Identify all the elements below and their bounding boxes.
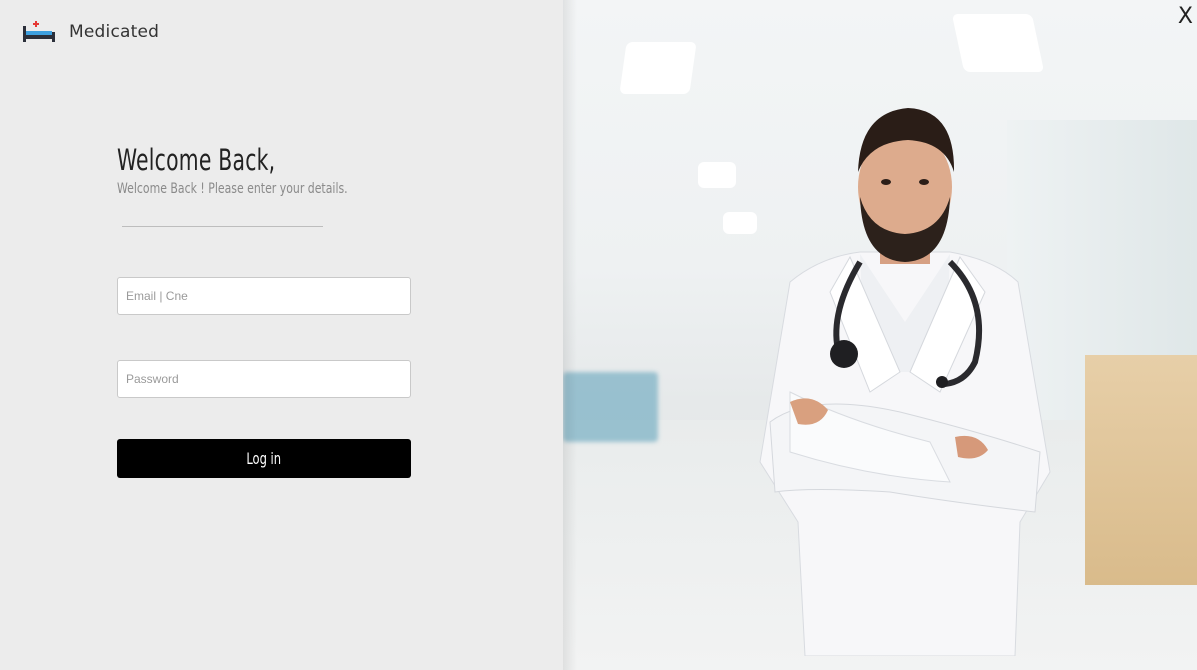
panel-shadow bbox=[563, 0, 577, 670]
ceiling-light bbox=[619, 42, 697, 94]
login-button-label: Log in bbox=[246, 449, 282, 468]
login-panel: Medicated Welcome Back, Welcome Back ! P… bbox=[0, 0, 563, 670]
ceiling-light bbox=[951, 14, 1045, 72]
brand: Medicated bbox=[22, 20, 159, 44]
email-input[interactable] bbox=[118, 278, 410, 314]
reception-desk bbox=[1085, 355, 1197, 585]
password-field-wrapper bbox=[117, 360, 411, 398]
ceiling-light bbox=[698, 162, 736, 188]
login-button[interactable]: Log in bbox=[117, 439, 411, 478]
password-input[interactable] bbox=[118, 361, 410, 397]
hospital-bed-icon bbox=[22, 20, 56, 44]
page-subtitle: Welcome Back ! Please enter your details… bbox=[117, 181, 348, 197]
doctor-figure bbox=[759, 108, 1051, 656]
close-button[interactable]: X bbox=[1178, 6, 1193, 28]
page-title: Welcome Back, bbox=[117, 143, 276, 177]
waiting-benches bbox=[563, 372, 658, 442]
divider bbox=[122, 226, 323, 227]
doctor-photo bbox=[563, 0, 1197, 670]
email-field-wrapper bbox=[117, 277, 411, 315]
brand-name: Medicated bbox=[69, 22, 160, 42]
